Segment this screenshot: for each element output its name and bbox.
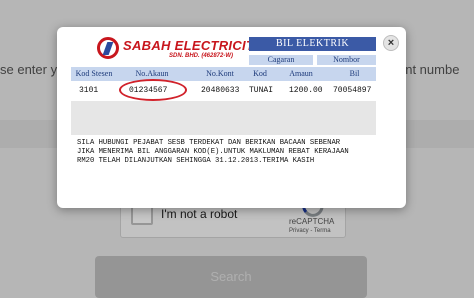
bill-sample-modal: × SABAH ELECTRICITY SDN. BHD. (462872-W)… xyxy=(57,27,406,208)
notice-line: JIKA MENERIMA BIL ANGGARAN KOD(E).UNTUK … xyxy=(77,148,349,156)
sample-bill-image: SABAH ELECTRICITY SDN. BHD. (462872-W) B… xyxy=(71,35,376,202)
bill-redacted-area xyxy=(71,101,376,135)
value-no-kont: 20480633 xyxy=(201,86,240,95)
close-icon[interactable]: × xyxy=(383,35,399,51)
header-no-kont: No.Kont xyxy=(197,67,243,81)
bill-notice: SILA HUBUNGI PEJABAT SESB TERDEKAT DAN B… xyxy=(77,139,377,166)
bill-title: BIL ELEKTRIK xyxy=(249,37,376,51)
account-number-highlight xyxy=(119,79,187,101)
notice-line: RM20 TELAH DILANJUTKAN SEHINGGA 31.12.20… xyxy=(77,157,315,165)
value-bil: 70054897 xyxy=(333,86,372,95)
header-kod-stesen: Kod Stesen xyxy=(71,67,117,81)
notice-line: SILA HUBUNGI PEJABAT SESB TERDEKAT DAN B… xyxy=(77,139,341,147)
bill-data-row: 3101 01234567 20480633 TUNAI 1200.00 700… xyxy=(71,84,376,96)
value-kod: TUNAI xyxy=(249,86,274,95)
header-cagaran: Cagaran xyxy=(249,55,313,65)
value-amaun: 1200.00 xyxy=(289,86,323,95)
header-bil: Bil xyxy=(333,67,376,81)
company-name: SABAH ELECTRICITY xyxy=(123,38,264,53)
header-kod: Kod xyxy=(247,67,273,81)
header-nombor: Nombor xyxy=(317,55,376,65)
bill-header-row: Cagaran Nombor Kod Stesen No.Akaun No.Ko… xyxy=(71,53,376,81)
header-amaun: Amaun xyxy=(279,67,323,81)
value-kod-stesen: 3101 xyxy=(79,86,99,95)
